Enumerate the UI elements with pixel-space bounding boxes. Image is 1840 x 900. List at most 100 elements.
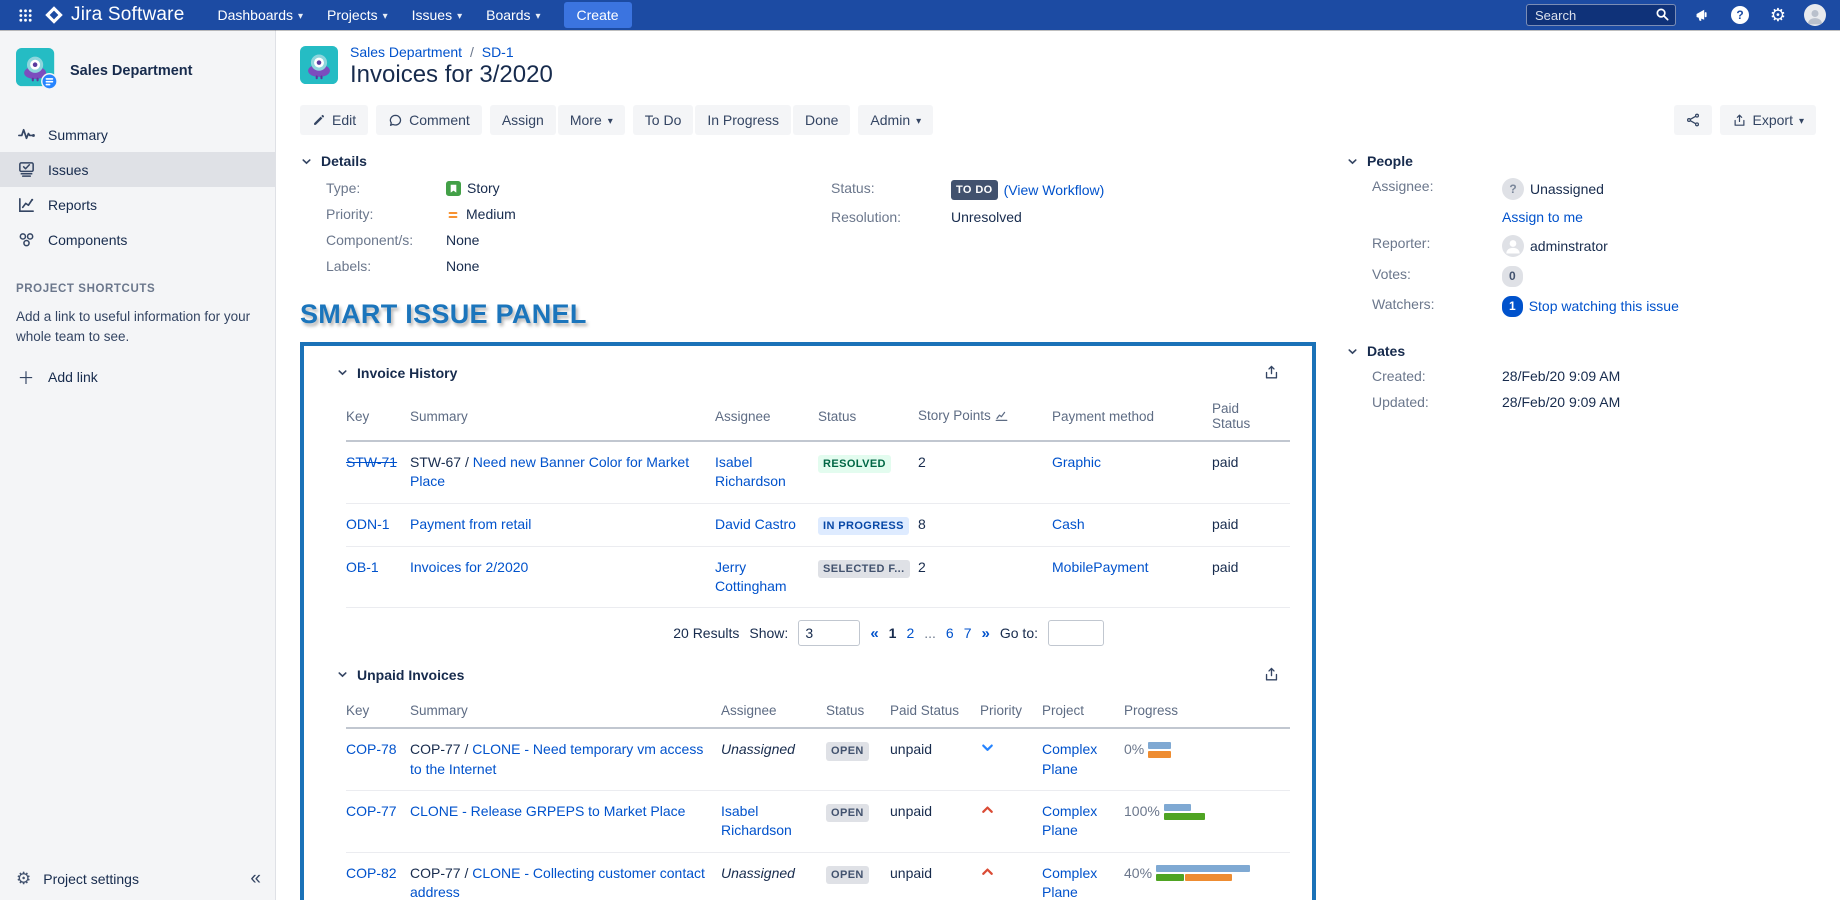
todo-transition-button[interactable]: To Do [633, 105, 694, 135]
export-panel-icon[interactable] [1263, 364, 1280, 381]
dates-section-header[interactable]: Dates [1346, 343, 1816, 359]
column-header-key[interactable]: Key [346, 697, 410, 728]
prev-page-button[interactable]: « [870, 625, 878, 642]
jira-logo[interactable]: Jira Software [44, 4, 184, 26]
issue-key-link[interactable]: COP-82 [346, 865, 397, 881]
column-header-paid-status[interactable]: Paid Status [1212, 395, 1290, 441]
payment-method-link[interactable]: Cash [1052, 516, 1085, 532]
settings-gear-icon[interactable]: ⚙ [1766, 3, 1790, 27]
column-header-key[interactable]: Key [346, 395, 410, 441]
search-box [1526, 4, 1676, 26]
payment-method-link[interactable]: MobilePayment [1052, 559, 1149, 575]
issue-key-link[interactable]: STW-71 [346, 454, 397, 470]
add-link-button[interactable]: ＋ Add link [16, 364, 259, 389]
paid-status-value: unpaid [890, 791, 980, 853]
column-header-assignee[interactable]: Assignee [721, 697, 826, 728]
sidebar-item-issues[interactable]: Issues [0, 152, 275, 187]
priority-value: Medium [446, 206, 516, 223]
column-header-assignee[interactable]: Assignee [715, 395, 818, 441]
nav-boards[interactable]: Boards▾ [477, 2, 549, 28]
comment-bubble-icon [388, 113, 403, 128]
more-button[interactable]: More▾ [558, 105, 625, 135]
show-input[interactable] [798, 620, 860, 646]
sidebar-item-reports[interactable]: Reports [0, 187, 275, 222]
chevron-down-icon: ▾ [457, 11, 462, 22]
column-header-progress[interactable]: Progress [1124, 697, 1290, 728]
column-header-story-points[interactable]: Story Points [918, 395, 1052, 441]
details-section-header[interactable]: Details [300, 153, 1332, 169]
done-transition-button[interactable]: Done [793, 105, 850, 135]
sidebar-item-summary[interactable]: Summary [0, 117, 275, 152]
assign-button[interactable]: Assign [490, 105, 556, 135]
issue-key-link[interactable]: COP-77 [346, 803, 397, 819]
priority-minor-icon [980, 742, 995, 758]
status-lozenge: IN PROGRESS [818, 517, 909, 535]
collapse-sidebar-icon[interactable]: « [250, 869, 261, 888]
column-header-project[interactable]: Project [1042, 697, 1124, 728]
create-button[interactable]: Create [564, 2, 632, 28]
next-page-button[interactable]: » [982, 625, 990, 642]
nav-issues[interactable]: Issues▾ [403, 2, 472, 28]
breadcrumb-project-link[interactable]: Sales Department [350, 44, 462, 60]
nav-projects[interactable]: Projects▾ [318, 2, 397, 28]
issue-key-link[interactable]: ODN-1 [346, 516, 390, 532]
invoice-history-header[interactable]: Invoice History [336, 364, 1280, 381]
assignee-link[interactable]: Isabel Richardson [721, 803, 792, 838]
app-switcher-icon[interactable] [12, 2, 38, 28]
breadcrumb-issue-link[interactable]: SD-1 [482, 44, 514, 60]
column-header-summary[interactable]: Summary [410, 697, 721, 728]
column-header-status[interactable]: Status [818, 395, 918, 441]
assignee-link[interactable]: David Castro [715, 516, 796, 532]
comment-button[interactable]: Comment [376, 105, 482, 135]
progress-bar-blue [1156, 865, 1250, 872]
announcements-icon[interactable] [1690, 3, 1714, 27]
admin-button[interactable]: Admin▾ [858, 105, 933, 135]
user-avatar[interactable] [1804, 4, 1826, 26]
issue-key-link[interactable]: COP-78 [346, 741, 397, 757]
column-header-payment-method[interactable]: Payment method [1052, 395, 1212, 441]
assignee-link[interactable]: Isabel Richardson [715, 454, 786, 489]
goto-input[interactable] [1048, 620, 1104, 646]
page-current: 1 [889, 625, 897, 641]
issue-summary-link[interactable]: Invoices for 2/2020 [410, 559, 528, 575]
resolution-label: Resolution: [831, 209, 951, 226]
issue-summary-link[interactable]: CLONE - Release GRPEPS to Market Place [410, 803, 685, 819]
people-section-header[interactable]: People [1346, 153, 1816, 169]
share-button[interactable] [1674, 105, 1712, 135]
inprogress-transition-button[interactable]: In Progress [695, 105, 791, 135]
edit-button[interactable]: Edit [300, 105, 368, 135]
column-header-paid-status[interactable]: Paid Status [890, 697, 980, 728]
assignee-link[interactable]: Jerry Cottingham [715, 559, 787, 594]
page-link[interactable]: 7 [964, 625, 972, 641]
column-header-priority[interactable]: Priority [980, 697, 1042, 728]
watchers-badge[interactable]: 1 [1502, 296, 1523, 317]
export-panel-icon[interactable] [1263, 666, 1280, 683]
issue-key-link[interactable]: OB-1 [346, 559, 379, 575]
export-button[interactable]: Export ▾ [1720, 105, 1817, 135]
view-workflow-link[interactable]: (View Workflow) [1004, 182, 1105, 199]
help-icon[interactable]: ? [1728, 3, 1752, 27]
assign-to-me-link[interactable]: Assign to me [1502, 209, 1583, 226]
nav-dashboards[interactable]: Dashboards▾ [208, 2, 312, 28]
payment-method-link[interactable]: Graphic [1052, 454, 1101, 470]
story-points-value: 8 [918, 503, 1052, 546]
column-header-status[interactable]: Status [826, 697, 890, 728]
project-link[interactable]: Complex Plane [1042, 803, 1097, 838]
search-icon[interactable] [1655, 7, 1670, 25]
search-input[interactable] [1526, 4, 1676, 26]
issue-summary-link[interactable]: Payment from retail [410, 516, 531, 532]
votes-badge[interactable]: 0 [1502, 266, 1523, 287]
unpaid-invoices-table: KeySummaryAssigneeStatusPaid StatusPrior… [346, 697, 1290, 900]
stop-watching-link[interactable]: Stop watching this issue [1529, 298, 1679, 315]
sidebar-item-components[interactable]: Components [0, 222, 275, 257]
page-link[interactable]: 2 [906, 625, 914, 641]
progress-bars [1164, 804, 1205, 820]
project-settings-link[interactable]: Project settings [43, 871, 139, 887]
project-link[interactable]: Complex Plane [1042, 741, 1097, 776]
plus-icon: ＋ [16, 364, 36, 389]
column-header-summary[interactable]: Summary [410, 395, 715, 441]
show-label: Show: [749, 625, 788, 641]
page-link[interactable]: 6 [946, 625, 954, 641]
project-link[interactable]: Complex Plane [1042, 865, 1097, 900]
unpaid-invoices-header[interactable]: Unpaid Invoices [336, 666, 1280, 683]
